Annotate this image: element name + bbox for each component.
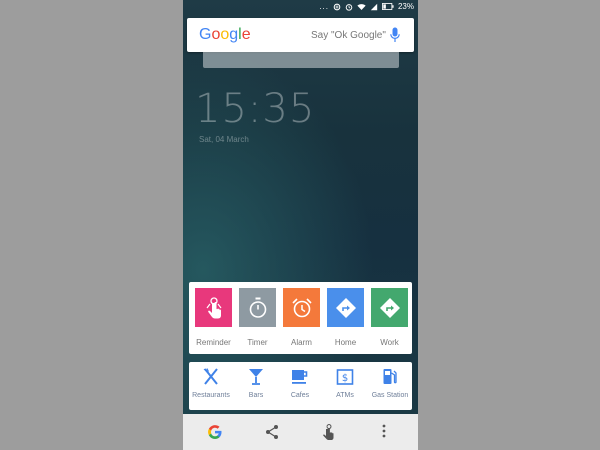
google-logo: Google <box>199 26 251 44</box>
phone-screen: ... 23% Google Say "Ok Google" 15:35 Sat… <box>183 0 418 450</box>
status-bar: ... 23% <box>183 0 418 14</box>
action-home[interactable]: Home <box>327 288 364 347</box>
directions-icon <box>327 288 364 327</box>
alarm-icon <box>345 3 353 11</box>
action-label: Work <box>380 338 399 347</box>
status-icons: ... 23% <box>319 2 414 11</box>
atm-icon: $ <box>336 369 354 385</box>
share-icon[interactable] <box>265 424 279 445</box>
reminder-icon <box>195 288 232 327</box>
place-label: ATMs <box>336 392 354 399</box>
place-label: Cafes <box>290 392 310 399</box>
wifi-icon <box>357 3 366 10</box>
logo-letter: o <box>220 26 230 43</box>
place-label: Gas Station <box>371 392 409 399</box>
more-dots-icon: ... <box>319 2 329 11</box>
more-vert-icon[interactable] <box>382 424 386 443</box>
battery-icon <box>381 3 394 10</box>
search-hint: Say "Ok Google" <box>311 30 386 41</box>
directions-icon <box>371 288 408 327</box>
gas-pump-icon <box>383 369 397 384</box>
touch-icon[interactable] <box>322 424 336 446</box>
place-restaurants[interactable]: Restaurants <box>189 368 233 399</box>
svg-text:$: $ <box>342 373 348 384</box>
quick-actions-card: Reminder Timer Alarm Home Work <box>189 282 412 354</box>
google-g-icon[interactable] <box>207 424 223 445</box>
action-work[interactable]: Work <box>371 288 408 347</box>
place-bars[interactable]: Bars <box>234 368 278 399</box>
alarm-icon <box>283 288 320 327</box>
bottom-nav-bar <box>183 414 418 450</box>
action-label: Alarm <box>291 338 312 347</box>
fork-knife-icon <box>203 368 218 385</box>
signal-icon <box>370 3 378 10</box>
logo-letter: o <box>211 26 221 43</box>
action-label: Home <box>334 338 357 347</box>
cocktail-icon <box>249 369 263 385</box>
place-label: Restaurants <box>192 392 230 399</box>
action-reminder[interactable]: Reminder <box>195 288 232 347</box>
action-label: Timer <box>247 338 268 347</box>
logo-letter: e <box>241 26 251 43</box>
place-cafes[interactable]: Cafes <box>278 368 322 399</box>
background-widget <box>203 52 399 68</box>
mic-icon[interactable] <box>390 27 400 43</box>
place-gas-station[interactable]: Gas Station <box>368 368 412 399</box>
data-saver-icon <box>333 3 341 10</box>
action-label: Reminder <box>196 338 231 347</box>
timer-icon <box>239 288 276 327</box>
coffee-cup-icon <box>292 370 308 384</box>
logo-letter: G <box>199 26 212 43</box>
action-timer[interactable]: Timer <box>239 288 276 347</box>
battery-percent: 23% <box>397 2 414 11</box>
clock-date: Sat, 04 March <box>199 135 249 144</box>
nearby-places-card: Restaurants Bars Cafes $ ATMs Gas Statio… <box>189 362 412 410</box>
action-alarm[interactable]: Alarm <box>283 288 320 347</box>
place-label: Bars <box>248 392 264 399</box>
google-search-bar[interactable]: Google Say "Ok Google" <box>187 18 414 52</box>
clock-time: 15:35 <box>195 86 316 132</box>
place-atms[interactable]: $ ATMs <box>323 368 367 399</box>
logo-letter: g <box>229 26 239 43</box>
